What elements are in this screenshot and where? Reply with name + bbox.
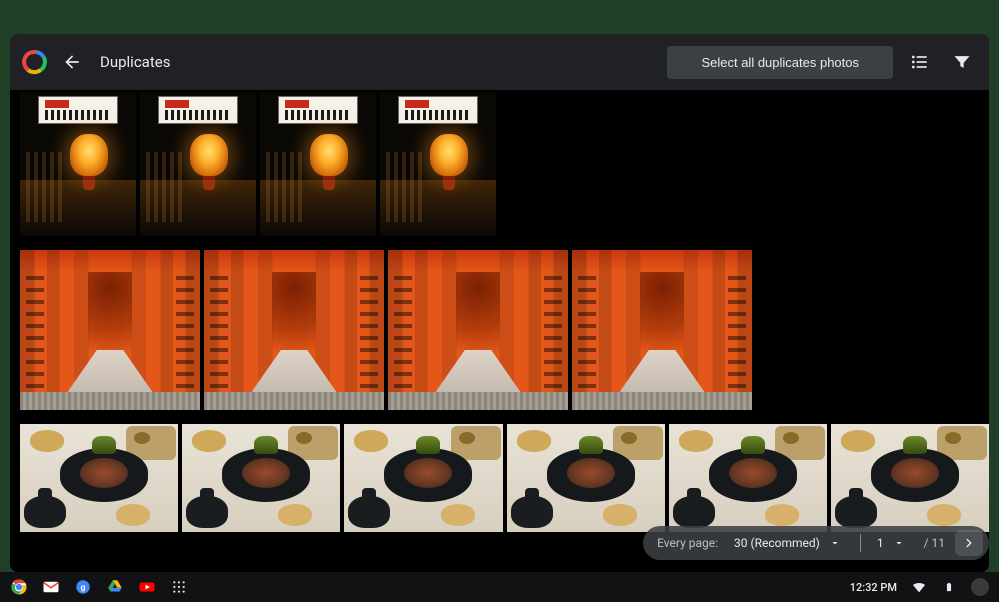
photo-thumbnail[interactable] [20, 92, 136, 236]
pagination-bar: Every page: 30 (Recommed) 1 / 11 [643, 526, 989, 560]
app-logo-icon [22, 49, 48, 75]
app-launcher-icon[interactable] [170, 578, 188, 596]
google-search-icon[interactable]: g [74, 578, 92, 596]
chrome-icon[interactable] [10, 578, 28, 596]
user-avatar[interactable] [971, 578, 989, 596]
photo-thumbnail[interactable] [344, 424, 502, 532]
gmail-icon[interactable] [42, 578, 60, 596]
app-window: Duplicates Select all duplicates photos [10, 34, 989, 572]
photo-thumbnail[interactable] [572, 250, 752, 410]
duplicate-group [20, 92, 989, 236]
os-taskbar: g 12:32 PM [0, 572, 999, 602]
photo-thumbnail[interactable] [669, 424, 827, 532]
current-page: 1 [877, 536, 884, 550]
photo-thumbnail[interactable] [831, 424, 989, 532]
youtube-icon[interactable] [138, 578, 156, 596]
chevron-down-icon [890, 534, 908, 552]
duplicate-group [20, 424, 989, 532]
photo-thumbnail[interactable] [204, 250, 384, 410]
duplicate-group [20, 250, 989, 410]
page-size-select[interactable]: 30 (Recommed) [728, 534, 850, 552]
svg-text:g: g [80, 583, 85, 592]
back-button[interactable] [60, 50, 84, 74]
photo-thumbnail[interactable] [20, 250, 200, 410]
photo-thumbnail[interactable] [380, 92, 496, 236]
every-page-label: Every page: [657, 536, 718, 550]
clock[interactable]: 12:32 PM [850, 581, 897, 594]
page-total: / 11 [924, 536, 945, 550]
page-size-value: 30 (Recommed) [734, 536, 820, 550]
page-title: Duplicates [100, 53, 170, 71]
wifi-icon[interactable] [911, 579, 927, 595]
drive-icon[interactable] [106, 578, 124, 596]
chevron-down-icon [826, 534, 844, 552]
photo-thumbnail[interactable] [507, 424, 665, 532]
photo-thumbnail[interactable] [388, 250, 568, 410]
divider [860, 534, 861, 552]
page-select[interactable]: 1 [871, 534, 914, 552]
filter-icon[interactable] [947, 47, 977, 77]
photo-thumbnail[interactable] [140, 92, 256, 236]
photo-thumbnail[interactable] [20, 424, 178, 532]
list-view-icon[interactable] [905, 47, 935, 77]
thumbnail-grid [10, 90, 989, 572]
select-all-button[interactable]: Select all duplicates photos [667, 46, 893, 79]
top-bar: Duplicates Select all duplicates photos [10, 34, 989, 90]
next-page-button[interactable] [955, 530, 983, 556]
battery-icon[interactable] [941, 579, 957, 595]
photo-thumbnail[interactable] [182, 424, 340, 532]
photo-thumbnail[interactable] [260, 92, 376, 236]
